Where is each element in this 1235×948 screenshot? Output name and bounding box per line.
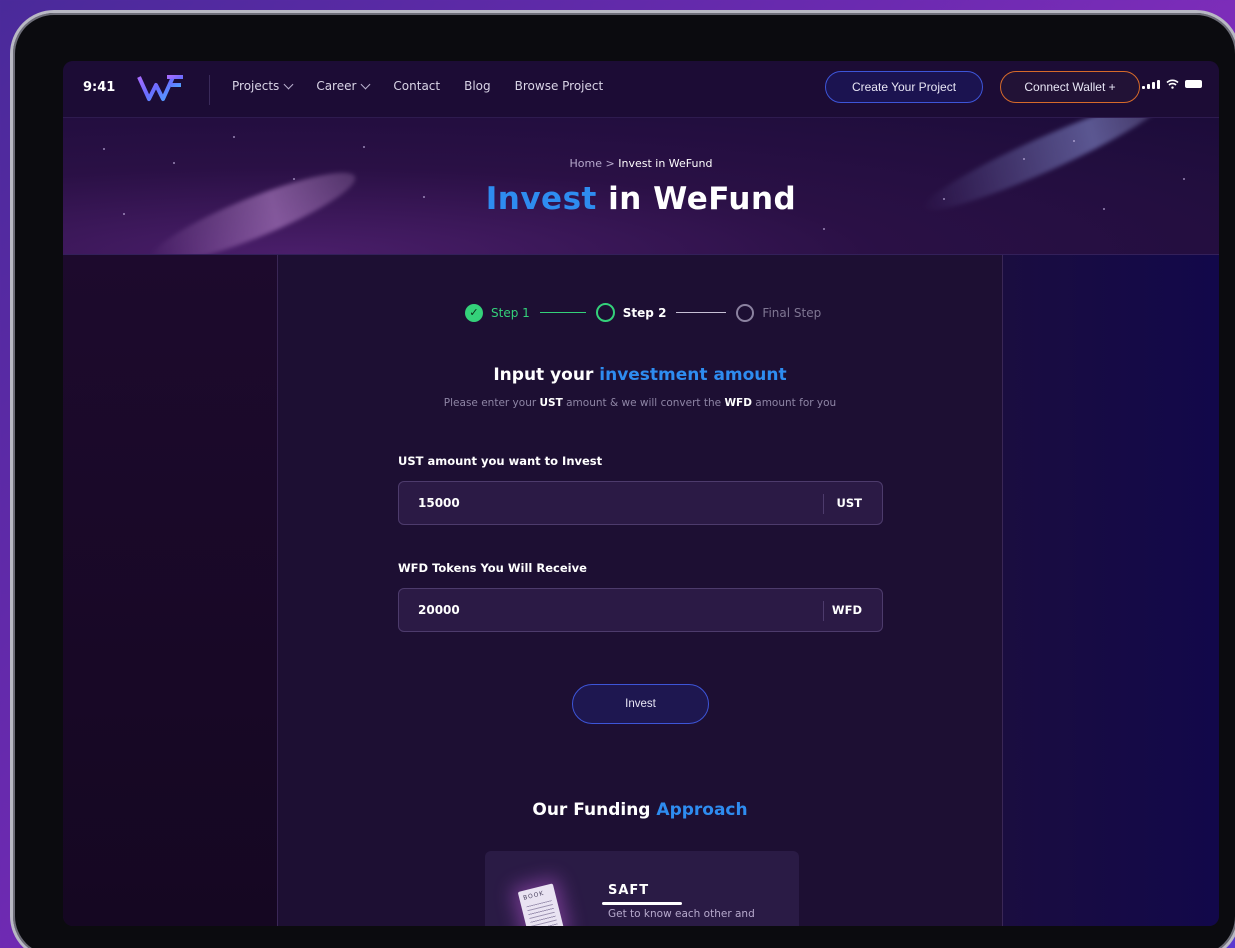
subtitle-text: amount for you	[755, 397, 837, 409]
breadcrumb: Home > Invest in WeFund	[63, 157, 1219, 170]
approach-title-plain: Our Funding	[532, 800, 651, 820]
tablet-frame: 9:41 Projects Career Contact Blog Browse…	[10, 10, 1235, 948]
star	[363, 146, 365, 148]
subtitle-text: amount & we will convert the	[566, 397, 722, 409]
invest-form-panel: ✓ Step 1 Step 2 Final Step Input your in…	[277, 255, 1003, 926]
subtitle-wfd: WFD	[724, 397, 752, 409]
book-label: BOOK	[522, 889, 546, 902]
step-2: Step 2	[595, 303, 667, 322]
ust-unit: UST	[836, 496, 862, 510]
nav-blog[interactable]: Blog	[464, 79, 491, 93]
field-divider	[823, 494, 824, 514]
progress-stepper: ✓ Step 1 Step 2 Final Step	[465, 303, 821, 322]
page-title: Invest in WeFund	[63, 181, 1219, 217]
wfd-tokens-label: WFD Tokens You Will Receive	[398, 561, 587, 575]
status-indicators	[1142, 79, 1202, 89]
card-text: Get to know each other and	[608, 908, 755, 920]
cellular-signal-icon	[1142, 79, 1160, 89]
chevron-down-icon	[283, 79, 294, 89]
nav-contact[interactable]: Contact	[393, 79, 440, 93]
approach-title: Our Funding Approach	[278, 800, 1002, 820]
step-final-label: Final Step	[762, 305, 822, 320]
right-background-panel	[1003, 255, 1219, 926]
screen: 9:41 Projects Career Contact Blog Browse…	[63, 61, 1219, 926]
star	[1073, 140, 1075, 142]
step-final: Final Step	[736, 303, 822, 322]
step-1-label: Step 1	[491, 305, 530, 320]
card-title-underline	[602, 902, 682, 905]
page-title-accent: Invest	[485, 181, 597, 217]
chevron-down-icon	[360, 79, 371, 89]
form-title-plain: Input your	[493, 365, 594, 385]
subtitle-ust: UST	[539, 397, 563, 409]
star	[233, 136, 235, 138]
wefund-logo[interactable]	[137, 73, 185, 103]
nav-projects-label: Projects	[232, 79, 280, 93]
circle-icon	[736, 303, 755, 322]
approach-title-accent: Approach	[656, 800, 748, 820]
card-title: SAFT	[608, 883, 650, 898]
wfd-tokens-value: 20000	[418, 603, 460, 617]
ust-amount-input[interactable]: 15000 UST	[398, 481, 883, 525]
create-project-button[interactable]: Create Your Project	[825, 71, 983, 103]
nav-career[interactable]: Career	[316, 79, 371, 93]
ust-amount-label: UST amount you want to Invest	[398, 454, 603, 468]
breadcrumb-separator: >	[605, 157, 615, 170]
breadcrumb-home[interactable]: Home	[570, 157, 602, 170]
left-background-panel	[63, 255, 277, 926]
nav-divider	[209, 75, 210, 105]
hero-banner: Home > Invest in WeFund Invest in WeFund	[63, 118, 1219, 255]
circle-icon	[595, 303, 615, 322]
star	[103, 148, 105, 150]
main-nav: Projects Career Contact Blog Browse Proj…	[232, 79, 603, 93]
wifi-icon	[1166, 79, 1179, 89]
invest-button[interactable]: Invest	[572, 684, 709, 724]
ust-amount-value: 15000	[418, 496, 460, 510]
wfd-unit: WFD	[831, 603, 862, 617]
step-connector	[539, 312, 586, 313]
step-connector	[676, 312, 727, 313]
connect-wallet-button[interactable]: Connect Wallet +	[1000, 71, 1140, 103]
check-circle-icon: ✓	[465, 303, 483, 322]
form-subtitle: Please enter your UST amount & we will c…	[278, 397, 1002, 409]
star	[293, 178, 295, 180]
nav-projects[interactable]: Projects	[232, 79, 294, 93]
subtitle-text: Please enter your	[443, 397, 537, 409]
wfd-tokens-input[interactable]: 20000 WFD	[398, 588, 883, 632]
form-title-accent: investment amount	[599, 365, 787, 385]
nav-browse-project[interactable]: Browse Project	[515, 79, 604, 93]
top-navbar: 9:41 Projects Career Contact Blog Browse…	[63, 61, 1219, 118]
status-time: 9:41	[83, 80, 116, 95]
page-title-rest: in WeFund	[608, 181, 797, 217]
nav-career-label: Career	[316, 79, 357, 93]
star	[823, 228, 825, 230]
step-2-label: Step 2	[622, 305, 667, 320]
form-title: Input your investment amount	[278, 365, 1002, 385]
field-divider	[823, 601, 824, 621]
book-lines	[526, 900, 559, 926]
breadcrumb-current: Invest in WeFund	[618, 157, 713, 170]
battery-icon	[1185, 80, 1202, 88]
book-icon: BOOK	[517, 883, 565, 926]
saft-card[interactable]: BOOK SAFT Get to know each other and	[485, 851, 799, 926]
star	[1183, 178, 1185, 180]
step-1: ✓ Step 1	[465, 303, 530, 322]
